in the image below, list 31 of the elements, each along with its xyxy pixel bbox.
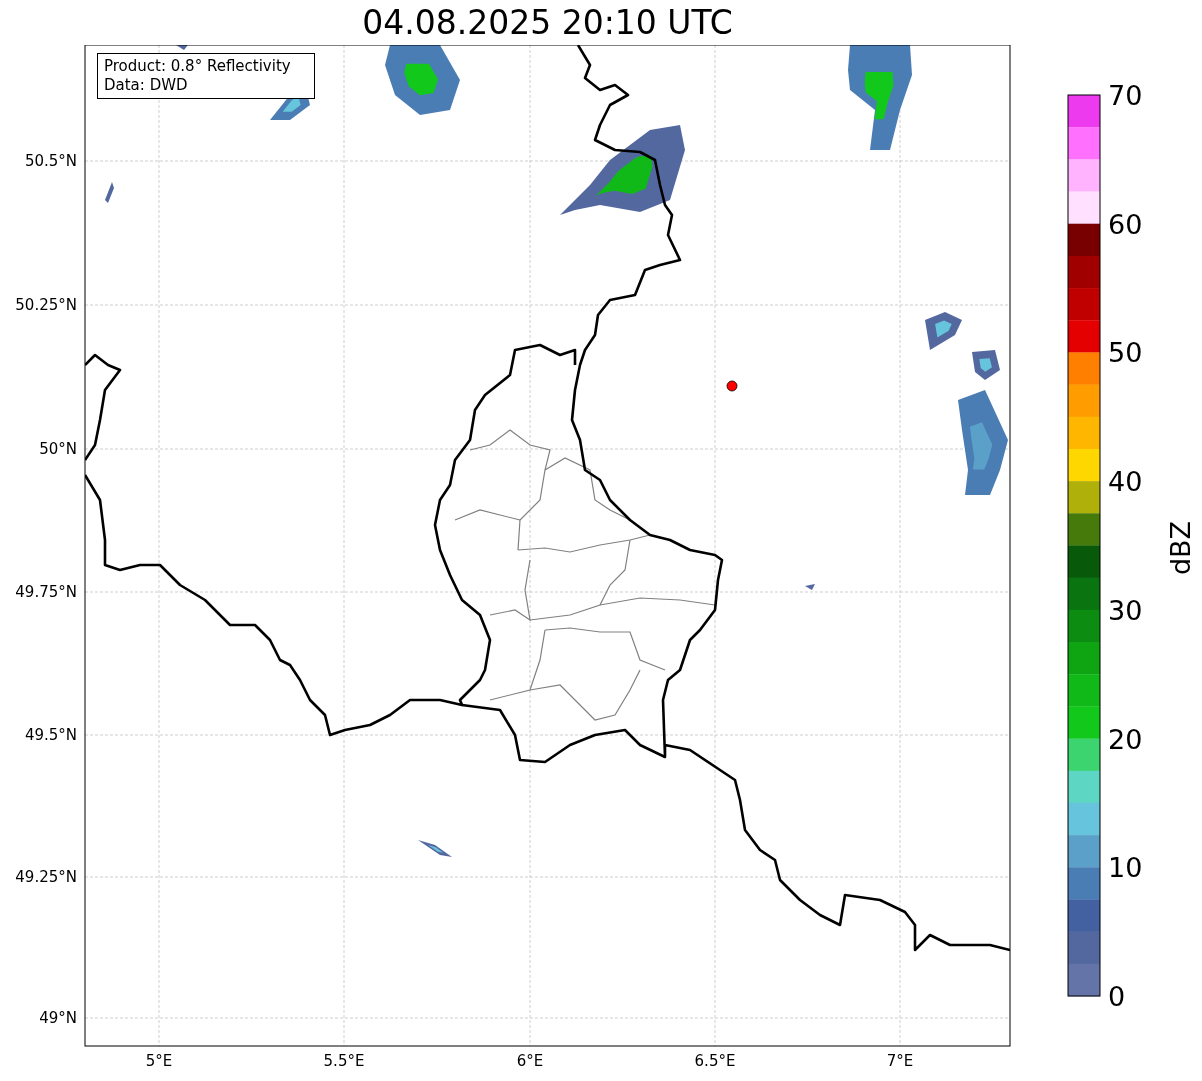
info-text: Data: DWD — [104, 76, 189, 95]
location-marker — [726, 380, 738, 392]
radar-echo — [972, 350, 1000, 380]
longitude-label: 7°E — [886, 1052, 914, 1070]
colorbar-tick-label: 30 — [1108, 594, 1143, 626]
radar-echo — [418, 840, 452, 857]
latitude-label: 49.75°N — [15, 583, 77, 601]
info-text: Product: 0.8° Reflectivity — [104, 57, 292, 76]
longitude-label: 5.5°E — [323, 1052, 365, 1070]
colorbar-tick-label: 20 — [1108, 723, 1143, 755]
radar-echo — [176, 45, 188, 50]
colorbar-label: dBZ — [1165, 520, 1196, 576]
colorbar-tick-label: 60 — [1108, 208, 1143, 240]
colorbar-tick-label: 50 — [1108, 337, 1143, 369]
latitude-label: 50.5°N — [24, 152, 77, 170]
latitude-label: 49.25°N — [15, 868, 77, 886]
longitude-label: 6.5°E — [694, 1052, 736, 1070]
latitude-label: 50.25°N — [15, 296, 77, 314]
colorbar-tick-label: 70 — [1108, 80, 1143, 111]
chart-title: 04.08.2025 20:10 UTC — [362, 6, 733, 39]
radar-echo — [105, 182, 114, 203]
longitude-label: 6°E — [516, 1052, 544, 1070]
colorbar-tick-label: 0 — [1108, 981, 1126, 1012]
latitude-label: 50°N — [39, 440, 77, 458]
latitude-label: 49°N — [39, 1009, 77, 1027]
colorbar-tick-label: 10 — [1108, 852, 1143, 884]
radar-echo — [925, 312, 962, 350]
latitude-label: 49.5°N — [24, 726, 77, 744]
colorbar-tick-label: 40 — [1108, 466, 1143, 498]
radar-echo — [805, 584, 815, 590]
longitude-label: 5°E — [145, 1052, 173, 1070]
